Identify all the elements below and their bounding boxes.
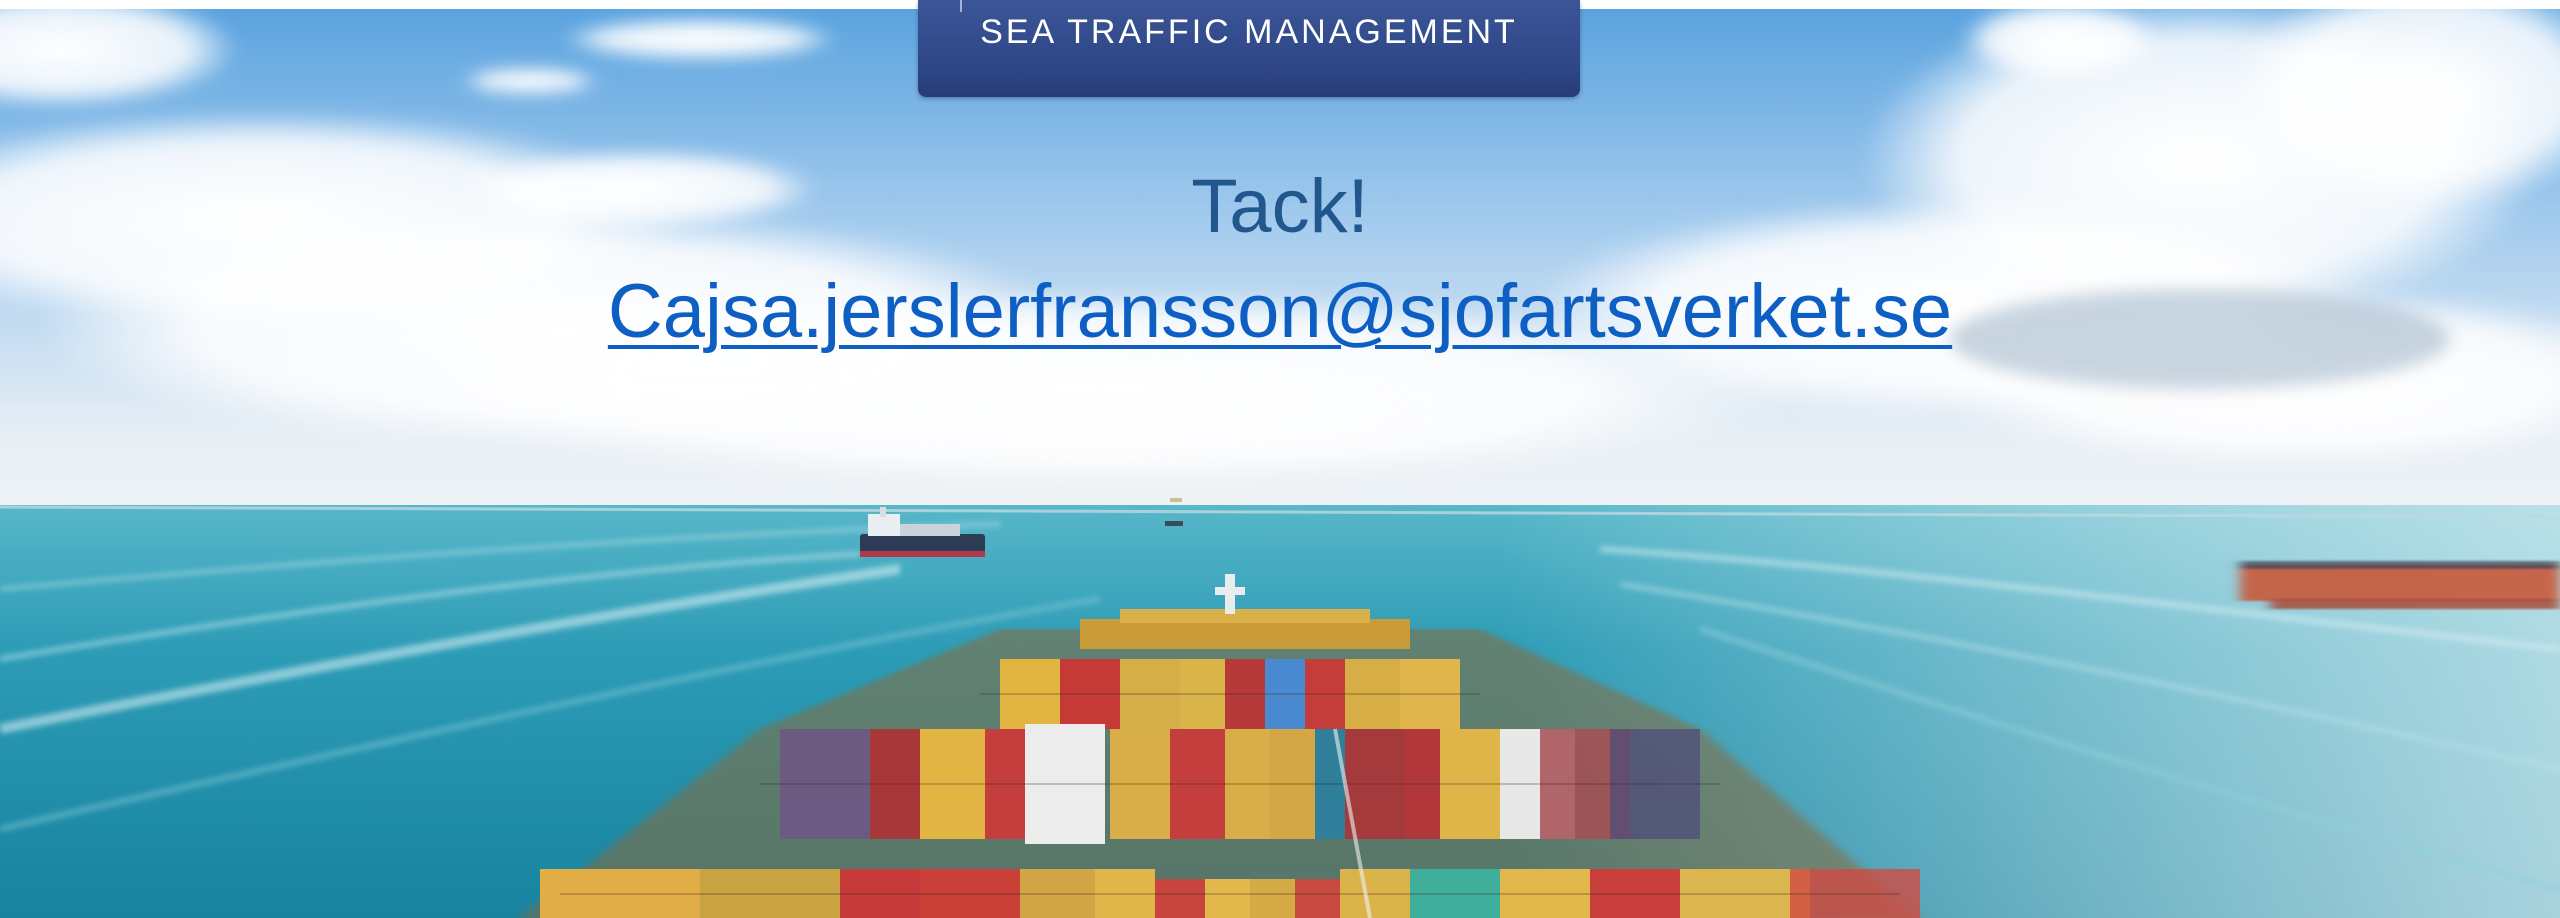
slide: SEA TRAFFIC MANAGEMENT Tack! Cajsa.jersl… — [0, 0, 2560, 918]
thanks-heading: Tack! — [1191, 164, 1369, 249]
banner-title: SEA TRAFFIC MANAGEMENT — [980, 13, 1518, 51]
sea-traffic-management-banner: SEA TRAFFIC MANAGEMENT — [918, 0, 1580, 97]
background-photo-container-ship — [0, 9, 2560, 918]
email-link[interactable]: Cajsa.jerslerfransson@sjofartsverket.se — [608, 269, 1952, 354]
email-container: Cajsa.jerslerfransson@sjofartsverket.se — [0, 268, 2560, 355]
